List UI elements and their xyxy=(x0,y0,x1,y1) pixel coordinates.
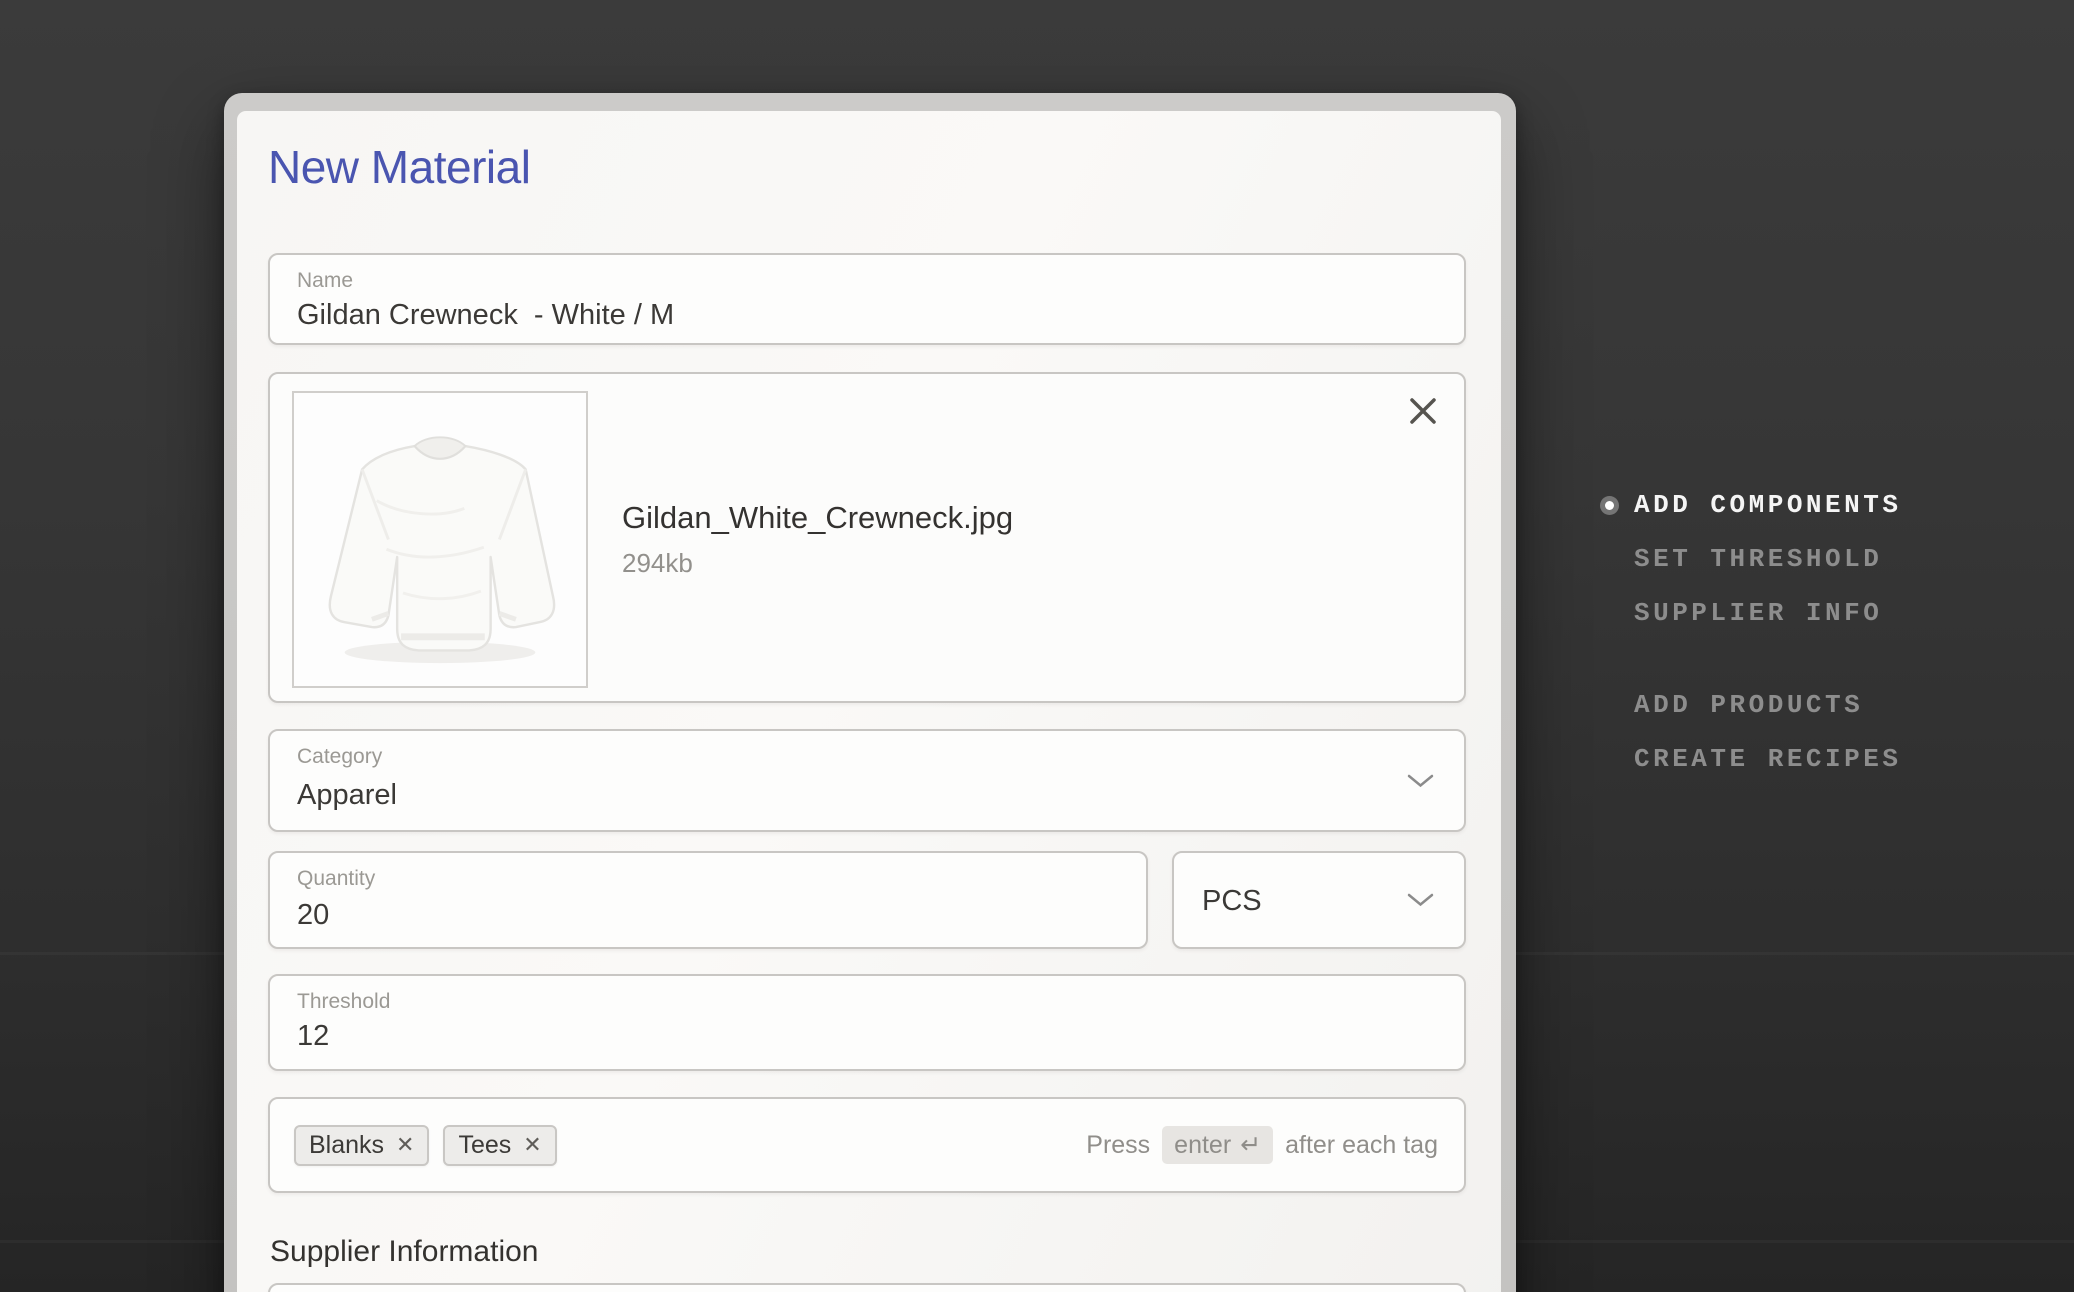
remove-tag-icon[interactable]: ✕ xyxy=(523,1134,541,1156)
supplier-field-partial[interactable] xyxy=(268,1283,1466,1292)
name-field-label: Name xyxy=(297,269,354,292)
tag-chip-label: Tees xyxy=(458,1130,512,1159)
category-value: Apparel xyxy=(297,779,397,811)
quantity-field[interactable]: Quantity 20 xyxy=(268,851,1148,949)
threshold-field[interactable]: Threshold 12 xyxy=(268,974,1466,1071)
step-label: SET THRESHOLD xyxy=(1634,544,1883,574)
sweatshirt-image xyxy=(328,436,556,664)
file-size: 294kb xyxy=(622,548,693,578)
wizard-steps: ADD COMPONENTS SET THRESHOLD SUPPLIER IN… xyxy=(1600,489,1901,797)
name-field[interactable]: Name Gildan Crewneck - White / M xyxy=(268,253,1466,345)
category-select[interactable]: Category Apparel xyxy=(268,729,1466,832)
step-add-products[interactable]: ADD PRODUCTS xyxy=(1600,689,1901,721)
unit-value: PCS xyxy=(1202,885,1262,917)
unit-select[interactable]: PCS xyxy=(1172,851,1466,949)
file-name: Gildan_White_Crewneck.jpg xyxy=(622,500,1014,535)
step-label: ADD COMPONENTS xyxy=(1634,490,1902,520)
step-supplier-info[interactable]: SUPPLIER INFO xyxy=(1600,597,1901,629)
tag-chip-label: Blanks xyxy=(309,1130,385,1159)
close-icon xyxy=(1410,398,1436,424)
step-label: SUPPLIER INFO xyxy=(1634,598,1883,628)
active-step-radio-icon xyxy=(1600,496,1619,515)
uploaded-file-card: Gildan_White_Crewneck.jpg 294kb xyxy=(268,372,1466,703)
quantity-label: Quantity xyxy=(297,867,376,890)
enter-key-label: enter xyxy=(1174,1130,1232,1159)
hint-prefix: Press xyxy=(1086,1130,1151,1159)
chevron-down-icon xyxy=(1407,774,1434,788)
remove-file-button[interactable] xyxy=(1406,394,1440,428)
screen: New Material Name Gildan Crewneck - Whit… xyxy=(0,0,2074,1292)
step-label: CREATE RECIPES xyxy=(1634,744,1902,774)
step-set-threshold[interactable]: SET THRESHOLD xyxy=(1600,543,1901,575)
threshold-value: 12 xyxy=(297,1020,330,1052)
quantity-value: 20 xyxy=(297,899,330,931)
step-create-recipes[interactable]: CREATE RECIPES xyxy=(1600,743,1901,775)
file-thumbnail xyxy=(292,391,588,688)
chevron-down-icon xyxy=(1407,893,1434,907)
name-field-value: Gildan Crewneck - White / M xyxy=(297,299,675,331)
step-label: ADD PRODUCTS xyxy=(1634,690,1864,720)
remove-tag-icon[interactable]: ✕ xyxy=(396,1134,414,1156)
supplier-section-title: Supplier Information xyxy=(270,1235,539,1268)
tag-chip: Tees ✕ xyxy=(443,1124,557,1166)
category-label: Category xyxy=(297,745,383,768)
enter-key-icon: ↵ xyxy=(1240,1131,1262,1159)
page-title: New Material xyxy=(268,141,531,193)
enter-key-chip: enter ↵ xyxy=(1162,1126,1274,1164)
tag-chip-list: Blanks ✕ Tees ✕ xyxy=(294,1099,557,1191)
hint-suffix: after each tag xyxy=(1285,1130,1438,1159)
threshold-label: Threshold xyxy=(297,990,391,1013)
tag-input-hint: Press enter ↵ after each tag xyxy=(1086,1099,1438,1191)
tags-input[interactable]: Blanks ✕ Tees ✕ Press enter ↵ after each… xyxy=(268,1097,1466,1193)
tag-chip: Blanks ✕ xyxy=(294,1124,430,1166)
new-material-modal: New Material Name Gildan Crewneck - Whit… xyxy=(224,93,1516,1292)
modal-sheet: New Material Name Gildan Crewneck - Whit… xyxy=(237,111,1501,1292)
step-add-components[interactable]: ADD COMPONENTS xyxy=(1600,489,1901,521)
